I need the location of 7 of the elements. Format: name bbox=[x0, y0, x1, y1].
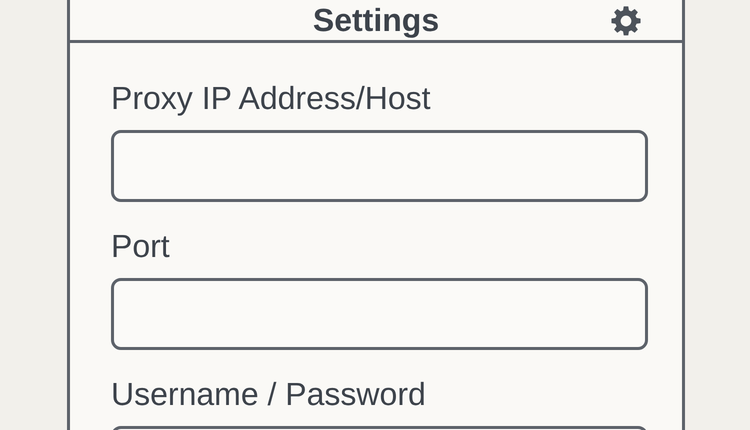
input-field[interactable] bbox=[111, 278, 648, 350]
field-label: Proxy IP Address/Host bbox=[111, 80, 432, 116]
field-label: Port bbox=[111, 228, 171, 264]
input-field[interactable] bbox=[111, 130, 648, 202]
field-label: Username / Password bbox=[111, 376, 427, 412]
panel-title: Settings bbox=[312, 2, 440, 38]
settings-icon[interactable] bbox=[610, 5, 642, 37]
